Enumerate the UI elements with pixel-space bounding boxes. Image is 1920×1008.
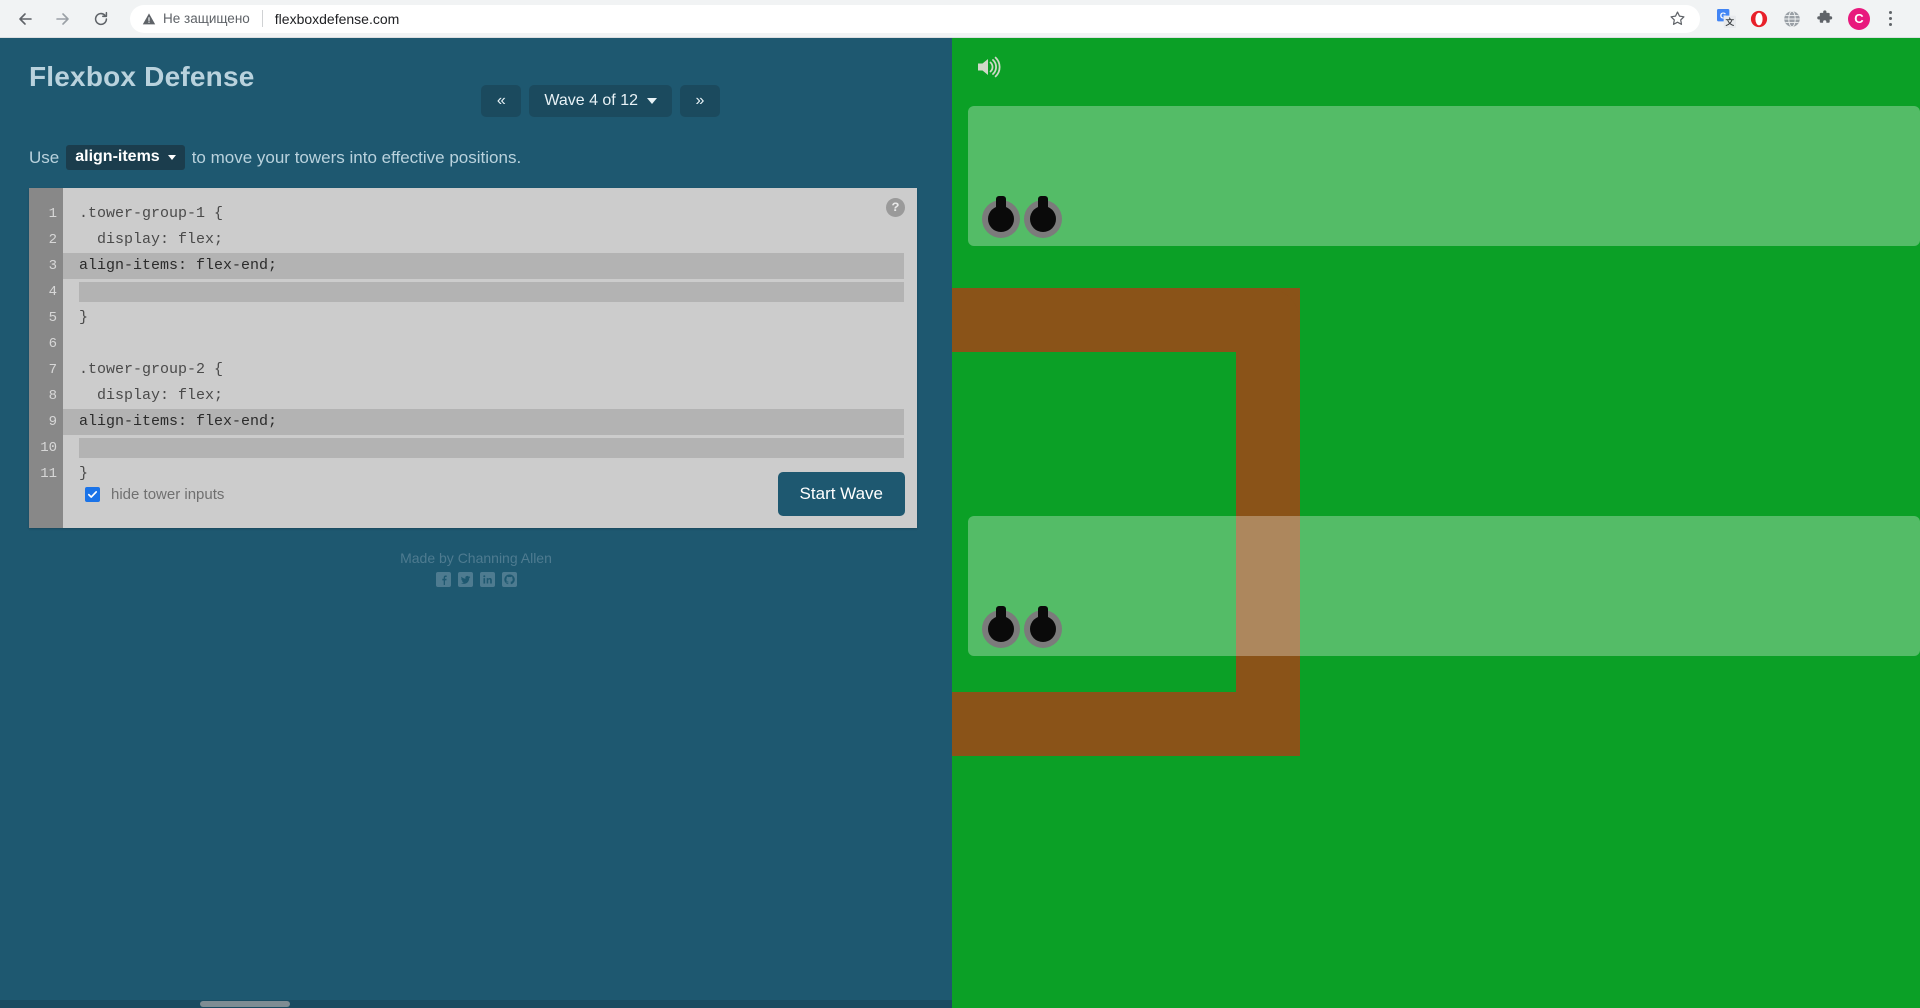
code-input-line-empty[interactable] xyxy=(79,438,904,458)
github-icon[interactable] xyxy=(501,572,517,587)
forward-arrow-icon[interactable] xyxy=(46,2,80,36)
hide-tower-inputs-control[interactable]: hide tower inputs xyxy=(85,486,224,503)
linkedin-icon[interactable] xyxy=(479,572,495,587)
checkmark-icon xyxy=(87,490,98,498)
line-number: 10 xyxy=(40,440,57,456)
instruction-suffix: to move your towers into effective posit… xyxy=(191,147,522,167)
hide-tower-inputs-checkbox[interactable] xyxy=(85,486,100,502)
navigation-buttons xyxy=(0,2,118,36)
tower[interactable] xyxy=(982,604,1020,648)
opera-icon[interactable] xyxy=(1749,9,1769,29)
browser-toolbar: Не защищено flexboxdefense.com G文 C xyxy=(0,0,1920,38)
next-wave-button[interactable]: » xyxy=(680,85,720,117)
start-wave-button[interactable]: Start Wave xyxy=(777,472,905,516)
horizontal-scrollbar[interactable] xyxy=(0,1000,952,1008)
tower-row-2 xyxy=(982,604,1062,648)
wave-selector-label: Wave 4 of 12 xyxy=(544,92,638,109)
code-line: .tower-group-1 { xyxy=(79,205,224,222)
help-icon[interactable]: ? xyxy=(886,198,905,217)
code-line: } xyxy=(79,309,89,326)
back-arrow-icon[interactable] xyxy=(8,2,42,36)
tower-body xyxy=(1030,206,1056,232)
wave-selector-dropdown[interactable]: Wave 4 of 12 xyxy=(529,85,672,117)
line-number: 6 xyxy=(48,336,57,352)
line-number: 9 xyxy=(48,414,57,430)
line-number: 5 xyxy=(48,310,57,326)
code-line: .tower-group-2 { xyxy=(79,361,224,378)
control-panel: Flexbox Defense « Wave 4 of 12 » Use ali… xyxy=(0,38,952,1008)
page-body: Flexbox Defense « Wave 4 of 12 » Use ali… xyxy=(0,38,1920,1008)
tower-group-1[interactable] xyxy=(968,106,1920,246)
code-input-line-empty[interactable] xyxy=(79,282,904,302)
google-translate-icon[interactable]: G文 xyxy=(1716,9,1736,29)
credits: Made by Channing Allen xyxy=(0,550,952,587)
line-number: 3 xyxy=(48,258,57,274)
facebook-icon[interactable] xyxy=(435,572,451,587)
previous-wave-button[interactable]: « xyxy=(481,85,522,117)
code-input-line[interactable]: align-items: flex-end; xyxy=(63,409,904,435)
sound-on-icon[interactable] xyxy=(974,52,1004,82)
star-icon[interactable] xyxy=(1669,10,1686,27)
property-selector-label: align-items xyxy=(75,148,160,165)
tower-group-2[interactable] xyxy=(968,516,1920,656)
instruction-prefix: Use xyxy=(29,147,60,167)
tower[interactable] xyxy=(1024,194,1062,238)
line-number-gutter: 1 2 3 4 5 6 7 8 9 10 11 xyxy=(29,188,63,528)
wave-controls: « Wave 4 of 12 » xyxy=(481,85,720,117)
security-status[interactable]: Не защищено xyxy=(142,11,250,26)
tower-body xyxy=(988,616,1014,642)
globe-icon[interactable] xyxy=(1782,9,1802,29)
path-segment-bottom xyxy=(952,692,1300,756)
tower[interactable] xyxy=(982,194,1020,238)
tower-row-1 xyxy=(982,194,1062,238)
line-number: 4 xyxy=(48,284,57,300)
chevron-down-icon xyxy=(647,98,657,104)
code-input-line[interactable]: align-items: flex-end; xyxy=(63,253,904,279)
svg-text:文: 文 xyxy=(1725,16,1734,27)
avatar[interactable]: C xyxy=(1848,7,1870,30)
line-number: 2 xyxy=(48,232,57,248)
code-editor: 1 2 3 4 5 6 7 8 9 10 11 .tower-group-1 { display: … xyxy=(29,188,917,528)
puzzle-extensions-icon[interactable] xyxy=(1815,9,1835,29)
twitter-icon[interactable] xyxy=(457,572,473,587)
game-board xyxy=(952,38,1920,1008)
line-number: 1 xyxy=(48,206,57,222)
tower-body xyxy=(988,206,1014,232)
code-line: display: flex; xyxy=(79,387,224,404)
instruction-line: Use align-items to move your towers into… xyxy=(29,145,521,170)
line-number: 7 xyxy=(48,362,57,378)
address-bar[interactable]: Не защищено flexboxdefense.com xyxy=(130,4,1700,33)
tower-body xyxy=(1030,616,1056,642)
page-title: Flexbox Defense xyxy=(29,61,255,92)
omnibox-divider xyxy=(261,10,263,27)
security-label: Не защищено xyxy=(163,11,250,26)
social-links xyxy=(0,572,952,587)
kebab-menu-icon[interactable] xyxy=(1883,11,1898,26)
url-text: flexboxdefense.com xyxy=(274,10,400,27)
credits-text: Made by Channing Allen xyxy=(400,550,552,566)
line-number: 8 xyxy=(48,388,57,404)
property-selector-dropdown[interactable]: align-items xyxy=(66,145,185,170)
editor-footer: hide tower inputs Start Wave xyxy=(63,460,917,528)
code-line: display: flex; xyxy=(79,231,224,248)
chevron-down-icon xyxy=(167,154,176,160)
extensions-bar: G文 C xyxy=(1700,7,1908,30)
reload-icon[interactable] xyxy=(84,2,118,36)
scrollbar-thumb[interactable] xyxy=(200,1001,290,1007)
warning-triangle-icon xyxy=(142,12,156,24)
hide-tower-inputs-label: hide tower inputs xyxy=(111,485,225,503)
line-number: 11 xyxy=(40,466,57,482)
tower[interactable] xyxy=(1024,604,1062,648)
